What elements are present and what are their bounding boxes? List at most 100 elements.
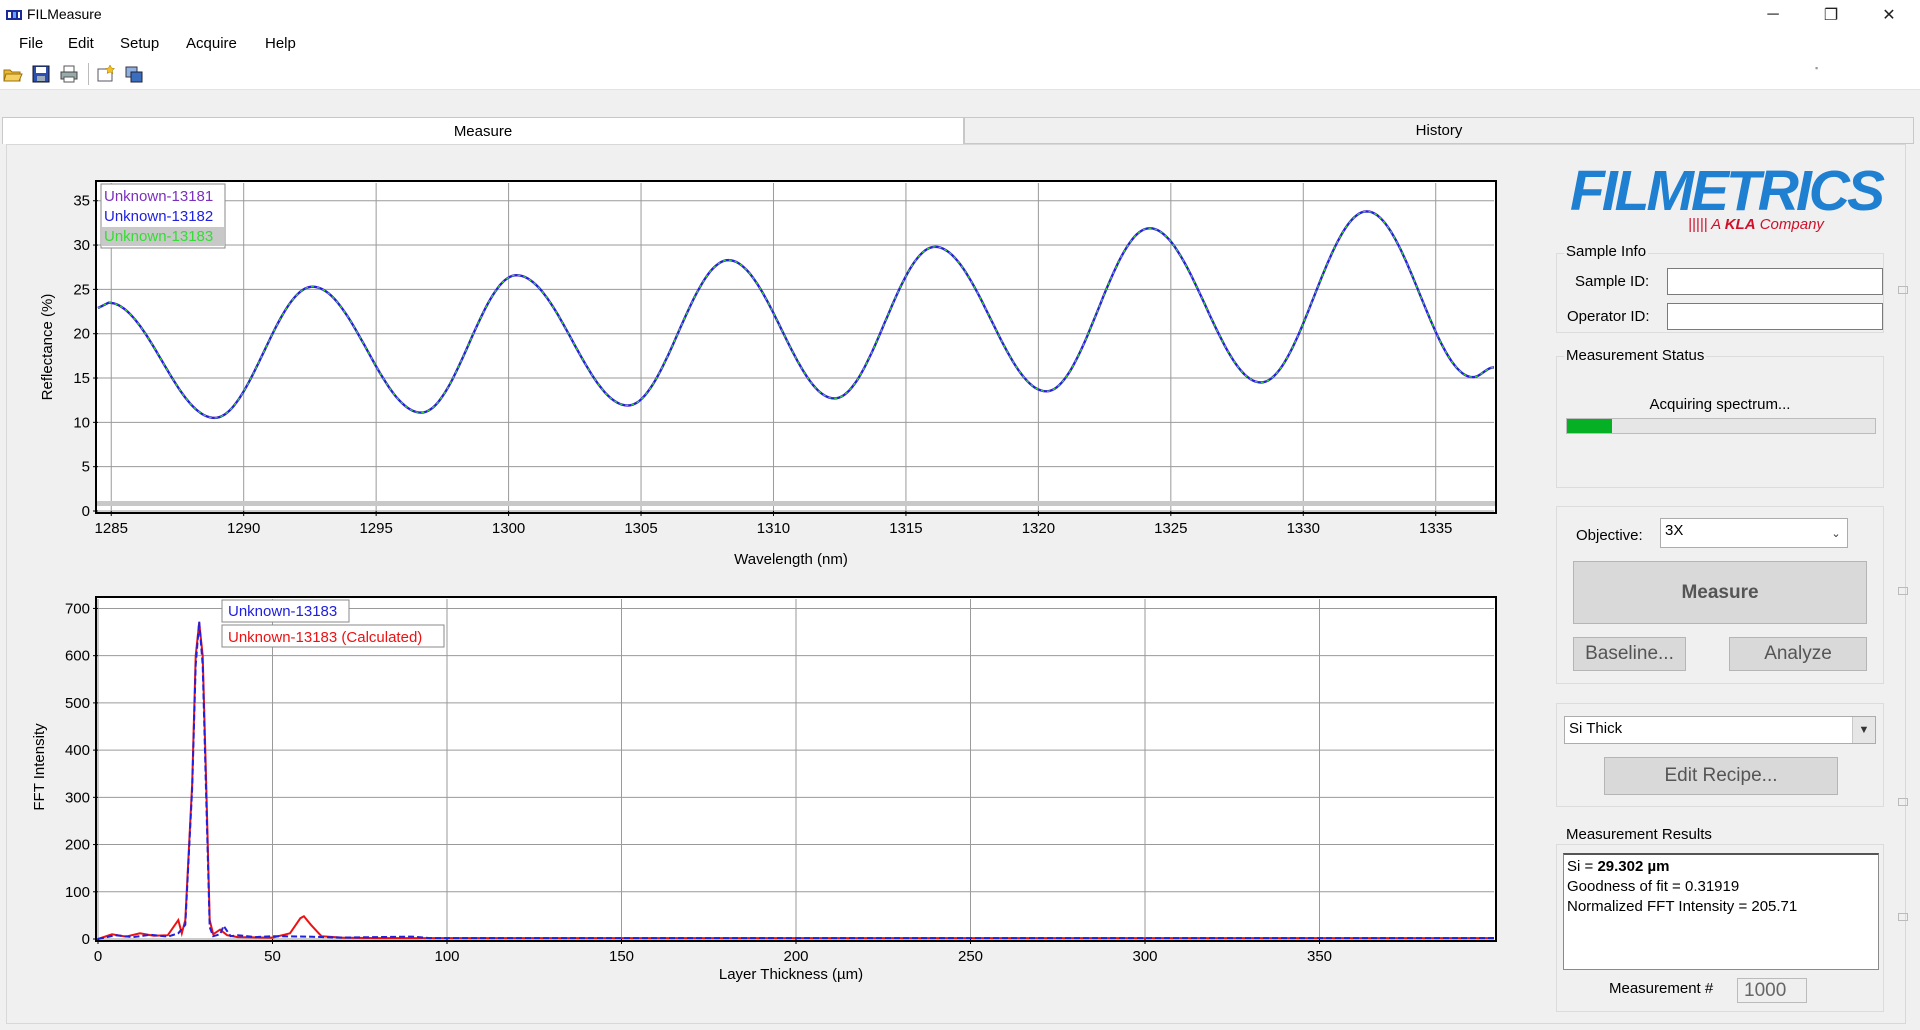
y-tick-label: 100	[65, 884, 90, 901]
sample-id-label: Sample ID:	[1575, 273, 1650, 290]
x-axis-label: Layer Thickness (µm)	[719, 966, 863, 983]
y-tick-label: 400	[65, 742, 90, 759]
splitter-grip[interactable]	[1898, 913, 1908, 921]
y-tick-label: 700	[65, 600, 90, 617]
y-tick-label: 25	[73, 281, 90, 298]
plot-area	[95, 180, 1497, 514]
sample-id-input[interactable]	[1667, 268, 1883, 295]
splitter-grip[interactable]	[1898, 798, 1908, 806]
progress-bar	[1566, 418, 1876, 434]
recipe-dropdown[interactable]: Si Thick ▼	[1564, 716, 1876, 744]
legend-entry: Unknown-13181	[104, 188, 213, 205]
y-tick-label: 35	[73, 193, 90, 210]
progress-fill	[1567, 419, 1612, 433]
x-tick-label: 100	[434, 948, 459, 965]
objective-label: Objective:	[1576, 527, 1643, 544]
y-tick-label: 0	[82, 931, 90, 948]
measurement-number-field: 1000	[1737, 978, 1807, 1003]
x-tick-label: 1295	[359, 520, 392, 537]
x-tick-label: 350	[1307, 948, 1332, 965]
baseline-button[interactable]: Baseline...	[1573, 637, 1686, 671]
maximize-button[interactable]: ❐	[1802, 0, 1860, 29]
x-tick-label: 0	[94, 948, 102, 965]
y-axis-label: Reflectance (%)	[39, 294, 56, 401]
y-axis-label: FFT Intensity	[31, 723, 48, 811]
y-tick-label: 300	[65, 789, 90, 806]
open-folder-icon[interactable]	[3, 64, 23, 84]
analyze-button[interactable]: Analyze	[1729, 637, 1867, 671]
toolbar-gripper: ▪	[1815, 63, 1819, 73]
x-tick-label: 1325	[1154, 520, 1187, 537]
copy-icon[interactable]	[124, 64, 144, 84]
objective-value: 3X	[1665, 522, 1684, 539]
x-axis-label: Wavelength (nm)	[734, 551, 848, 568]
y-tick-label: 600	[65, 648, 90, 665]
filmetrics-logo: FILMETRICS ||||| A KLA Company	[1566, 160, 1886, 240]
sample-info-title: Sample Info	[1564, 243, 1649, 260]
y-tick-label: 30	[73, 237, 90, 254]
recipe-value: Si Thick	[1569, 720, 1623, 737]
results-textbox[interactable]: Si = 29.302 µm Goodness of fit = 0.31919…	[1563, 853, 1879, 970]
operator-id-label: Operator ID:	[1567, 308, 1650, 325]
result-line-goodness: Goodness of fit = 0.31919	[1567, 878, 1740, 895]
x-tick-label: 300	[1132, 948, 1157, 965]
new-icon[interactable]	[96, 64, 116, 84]
splitter-grip[interactable]	[1898, 286, 1908, 294]
menu-acquire[interactable]: Acquire	[186, 35, 237, 52]
menu-setup[interactable]: Setup	[120, 35, 159, 52]
minimize-button[interactable]: ─	[1744, 0, 1802, 29]
x-tick-label: 150	[609, 948, 634, 965]
legend-entry: Unknown-13183 (Calculated)	[228, 629, 422, 646]
x-tick-label: 250	[958, 948, 983, 965]
title-bar	[0, 0, 1920, 29]
legend-entry: Unknown-13183	[104, 228, 213, 245]
legend-entry: Unknown-13183	[228, 603, 337, 620]
x-tick-label: 1315	[889, 520, 922, 537]
y-tick-label: 5	[82, 459, 90, 476]
x-tick-label: 1300	[492, 520, 525, 537]
y-tick-label: 500	[65, 695, 90, 712]
edit-recipe-button[interactable]: Edit Recipe...	[1604, 757, 1838, 795]
logo-wordmark: FILMETRICS	[1570, 159, 1885, 223]
legend: Unknown-13181 Unknown-13182 Unknown-1318…	[100, 183, 226, 249]
x-tick-label: 1310	[757, 520, 790, 537]
menu-help[interactable]: Help	[265, 35, 296, 52]
splitter-grip[interactable]	[1898, 587, 1908, 595]
fft-chart: 0 50 100 150 200 250 300 350 0 100 200 300 400 500 600…	[31, 596, 1497, 983]
x-tick-label: 1330	[1287, 520, 1320, 537]
baseline-band	[97, 501, 1495, 506]
tab-measure[interactable]: Measure	[2, 117, 964, 144]
close-button[interactable]: ✕	[1860, 0, 1918, 29]
x-tick-label: 200	[783, 948, 808, 965]
operator-id-input[interactable]	[1667, 303, 1883, 330]
y-tick-label: 10	[73, 414, 90, 431]
measurement-results-title: Measurement Results	[1564, 826, 1714, 843]
menu-edit[interactable]: Edit	[68, 35, 94, 52]
measurement-status-title: Measurement Status	[1564, 347, 1707, 364]
chevron-down-icon: ⌄	[1831, 527, 1841, 540]
reflectance-chart: 1285 1290 1295 1300 1305 1310 1315 1320 1325 1330…	[39, 180, 1497, 568]
print-icon[interactable]	[59, 64, 79, 84]
status-text: Acquiring spectrum...	[1649, 396, 1791, 413]
x-tick-label: 1290	[227, 520, 260, 537]
legend-entry: Unknown-13182	[104, 208, 213, 225]
toolbar	[0, 59, 1920, 90]
y-tick-label: 20	[73, 326, 90, 343]
save-icon[interactable]	[31, 64, 51, 84]
triangle-down-icon: ▼	[1852, 717, 1875, 743]
x-tick-label: 1320	[1022, 520, 1055, 537]
tab-history[interactable]: History	[964, 117, 1914, 144]
result-line-thickness: Si = 29.302 µm	[1567, 858, 1670, 875]
y-tick-label: 0	[82, 503, 90, 520]
logo-tagline: ||||| A KLA Company	[1688, 216, 1824, 233]
app-icon	[6, 10, 22, 20]
menu-file[interactable]: File	[19, 35, 43, 52]
objective-dropdown[interactable]: 3X ⌄	[1660, 518, 1848, 548]
x-tick-label: 1335	[1419, 520, 1452, 537]
measurement-number-label: Measurement #	[1609, 980, 1714, 997]
y-tick-label: 15	[73, 370, 90, 387]
measure-button[interactable]: Measure	[1573, 561, 1867, 624]
toolbar-separator	[88, 63, 89, 85]
result-line-fft: Normalized FFT Intensity = 205.71	[1567, 898, 1798, 915]
x-tick-label: 1305	[624, 520, 657, 537]
